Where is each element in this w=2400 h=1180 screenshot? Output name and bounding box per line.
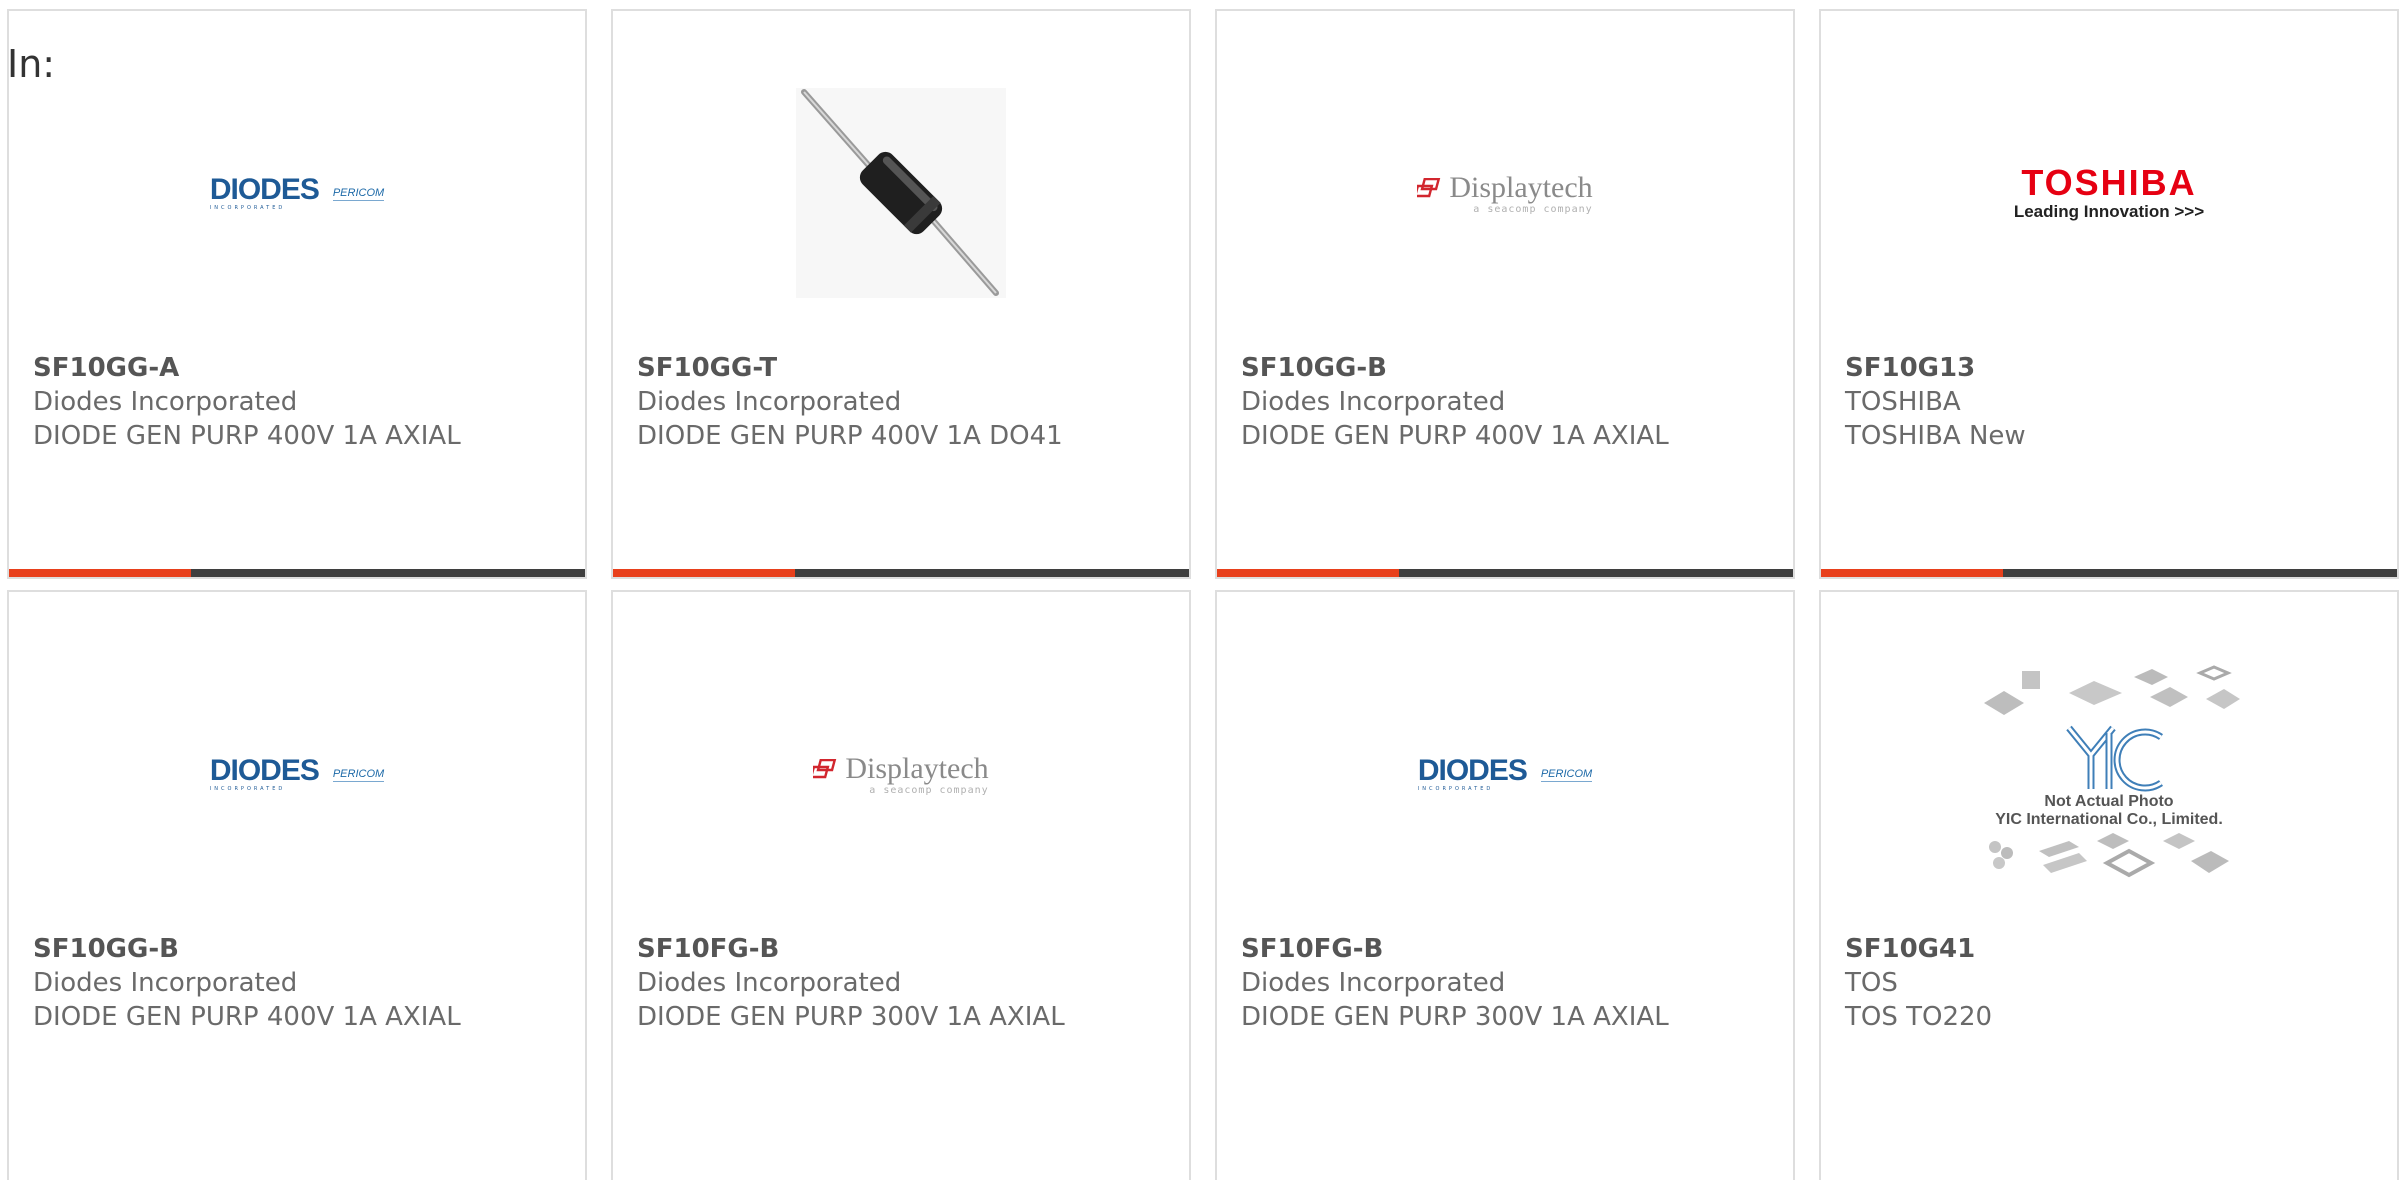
card-accent-segment: [1217, 569, 1399, 577]
displaytech-logo: Displaytech a seacomp company: [813, 751, 989, 796]
diodes-logo: DIODES INCORPORATED PERICOM: [1417, 754, 1593, 792]
product-card[interactable]: Displaytech a seacomp company SF10GG-B D…: [1215, 9, 1795, 579]
product-description: DIODE GEN PURP 300V 1A AXIAL: [1241, 1002, 1669, 1032]
toshiba-logo-text: TOSHIBA: [2021, 162, 2197, 203]
card-accent-bar: [1821, 569, 2397, 577]
manufacturer-name: Diodes Incorporated: [33, 387, 298, 417]
product-info: SF10GG-A Diodes Incorporated DIODE GEN P…: [33, 351, 461, 453]
pericom-logo-text: PERICOM: [332, 186, 385, 201]
product-card[interactable]: TOSHIBA Leading Innovation >>> SF10G13 T…: [1819, 9, 2399, 579]
product-image[interactable]: Displaytech a seacomp company: [1217, 73, 1793, 313]
pericom-logo-text: PERICOM: [1540, 767, 1593, 782]
part-number-link[interactable]: SF10GG-A: [33, 351, 461, 385]
yic-placeholder-image: Not Actual Photo YIC International Co., …: [1974, 663, 2244, 885]
product-description: TOS TO220: [1845, 1002, 1993, 1032]
displaytech-logo-subtext: a seacomp company: [1473, 203, 1593, 215]
diodes-logo-text: DIODES: [1417, 754, 1528, 787]
product-info: SF10FG-B Diodes Incorporated DIODE GEN P…: [1241, 932, 1669, 1034]
toshiba-logo: TOSHIBA Leading Innovation >>>: [2014, 164, 2204, 222]
card-accent-bar: [9, 569, 585, 577]
product-card[interactable]: SF10GG-T Diodes Incorporated DIODE GEN P…: [611, 9, 1191, 579]
product-card[interactable]: Displaytech a seacomp company SF10FG-B D…: [611, 590, 1191, 1180]
product-image[interactable]: Not Actual Photo YIC International Co., …: [1821, 654, 2397, 894]
product-description: DIODE GEN PURP 400V 1A AXIAL: [33, 421, 461, 451]
product-description: DIODE GEN PURP 300V 1A AXIAL: [637, 1002, 1065, 1032]
product-info: SF10FG-B Diodes Incorporated DIODE GEN P…: [637, 932, 1065, 1034]
product-card[interactable]: DIODES INCORPORATED PERICOM SF10GG-A Dio…: [7, 9, 587, 579]
part-number-link[interactable]: SF10FG-B: [1241, 932, 1669, 966]
product-image[interactable]: TOSHIBA Leading Innovation >>>: [1821, 73, 2397, 313]
manufacturer-name: Diodes Incorporated: [33, 968, 298, 998]
manufacturer-name: Diodes Incorporated: [1241, 387, 1506, 417]
manufacturer-name: Diodes Incorporated: [637, 968, 902, 998]
manufacturer-name: TOS: [1845, 968, 1898, 998]
part-number-link[interactable]: SF10GG-T: [637, 351, 1063, 385]
part-number-link[interactable]: SF10GG-B: [1241, 351, 1669, 385]
displaytech-logo: Displaytech a seacomp company: [1417, 170, 1593, 215]
yic-caption-line1: Not Actual Photo: [2044, 793, 2174, 810]
displaytech-mark-icon: [1417, 177, 1441, 197]
part-number-link[interactable]: SF10GG-B: [33, 932, 461, 966]
product-description: DIODE GEN PURP 400V 1A DO41: [637, 421, 1063, 451]
yic-chips-bottom-icon: [1989, 833, 2229, 878]
yic-chips-top-icon: [1984, 665, 2240, 715]
manufacturer-name: TOSHIBA: [1845, 387, 1961, 417]
product-image[interactable]: DIODES INCORPORATED PERICOM: [1217, 654, 1793, 894]
product-card[interactable]: Not Actual Photo YIC International Co., …: [1819, 590, 2399, 1180]
displaytech-mark-icon: [813, 758, 837, 778]
product-info: SF10G41 TOS TOS TO220: [1845, 932, 1992, 1034]
toshiba-tagline: Leading Innovation >>>: [2013, 202, 2205, 221]
diodes-logo: DIODES INCORPORATED PERICOM: [209, 754, 385, 792]
product-info: SF10GG-T Diodes Incorporated DIODE GEN P…: [637, 351, 1063, 453]
part-number-link[interactable]: SF10G13: [1845, 351, 2026, 385]
filter-in-label: In:: [7, 42, 56, 86]
card-accent-bar: [1217, 569, 1793, 577]
yic-logo-icon: [2066, 725, 2163, 792]
product-grid: DIODES INCORPORATED PERICOM SF10GG-A Dio…: [7, 9, 2400, 1180]
product-info: SF10GG-B Diodes Incorporated DIODE GEN P…: [33, 932, 461, 1034]
product-card[interactable]: DIODES INCORPORATED PERICOM SF10FG-B Dio…: [1215, 590, 1795, 1180]
card-accent-bar: [613, 569, 1189, 577]
diodes-logo: DIODES INCORPORATED PERICOM: [209, 173, 385, 211]
displaytech-logo-subtext: a seacomp company: [869, 784, 989, 796]
card-accent-segment: [9, 569, 191, 577]
product-info: SF10GG-B Diodes Incorporated DIODE GEN P…: [1241, 351, 1669, 453]
axial-diode-photo: [796, 88, 1006, 298]
diodes-logo-text: DIODES: [209, 173, 320, 206]
displaytech-logo-text: Displaytech: [1449, 170, 1593, 204]
product-image[interactable]: [613, 73, 1189, 313]
pericom-logo-text: PERICOM: [332, 767, 385, 782]
card-accent-segment: [1821, 569, 2003, 577]
product-description: TOSHIBA New: [1845, 421, 2026, 451]
part-number-link[interactable]: SF10FG-B: [637, 932, 1065, 966]
manufacturer-name: Diodes Incorporated: [637, 387, 902, 417]
diodes-logo-text: DIODES: [209, 754, 320, 787]
part-number-link[interactable]: SF10G41: [1845, 932, 1992, 966]
displaytech-logo-text: Displaytech: [845, 751, 989, 785]
product-image[interactable]: DIODES INCORPORATED PERICOM: [9, 73, 585, 313]
card-accent-segment: [613, 569, 795, 577]
product-description: DIODE GEN PURP 400V 1A AXIAL: [1241, 421, 1669, 451]
product-info: SF10G13 TOSHIBA TOSHIBA New: [1845, 351, 2026, 453]
manufacturer-name: Diodes Incorporated: [1241, 968, 1506, 998]
yic-caption-line2: YIC International Co., Limited.: [1995, 811, 2223, 828]
product-description: DIODE GEN PURP 400V 1A AXIAL: [33, 1002, 461, 1032]
product-image[interactable]: DIODES INCORPORATED PERICOM: [9, 654, 585, 894]
product-card[interactable]: DIODES INCORPORATED PERICOM SF10GG-B Dio…: [7, 590, 587, 1180]
product-image[interactable]: Displaytech a seacomp company: [613, 654, 1189, 894]
